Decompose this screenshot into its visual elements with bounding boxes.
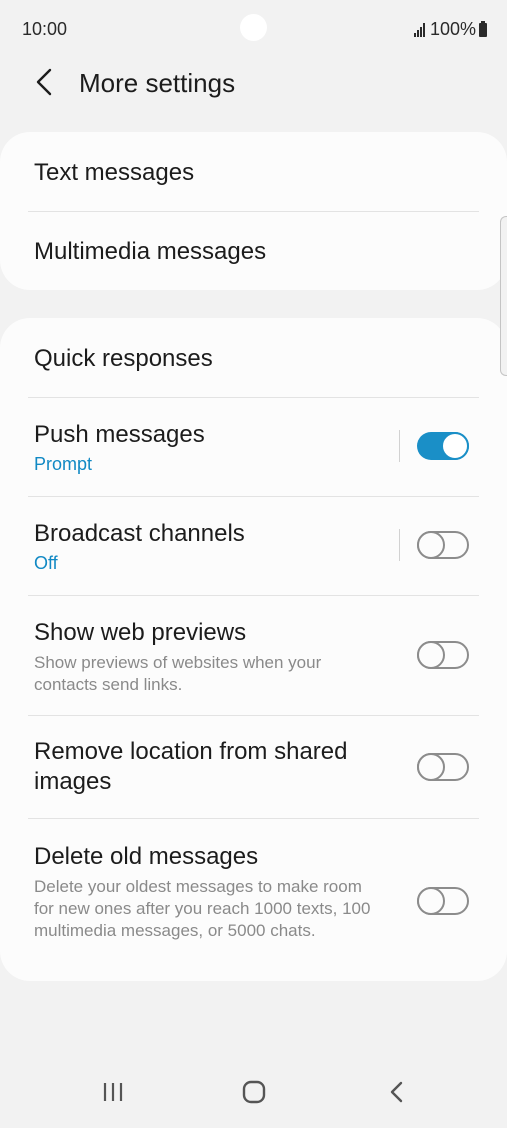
toggle-knob xyxy=(441,432,469,460)
broadcast-channels-toggle[interactable] xyxy=(417,531,469,559)
toggle-knob xyxy=(417,753,445,781)
broadcast-channels-item[interactable]: Broadcast channels Off xyxy=(0,497,507,595)
screen: 10:00 100% More settings Text messages M… xyxy=(0,0,507,1128)
show-web-previews-description: Show previews of websites when your cont… xyxy=(34,653,322,694)
back-icon xyxy=(390,1081,403,1103)
vertical-divider xyxy=(399,430,400,462)
multimedia-messages-label: Multimedia messages xyxy=(34,238,267,265)
push-messages-item[interactable]: Push messages Prompt xyxy=(0,398,507,496)
toggle-knob xyxy=(417,641,445,669)
status-bar: 10:00 100% xyxy=(0,0,507,58)
delete-old-messages-toggle[interactable] xyxy=(417,887,469,915)
status-time: 10:00 xyxy=(22,19,68,39)
battery-icon xyxy=(479,20,487,37)
battery-percent: 100% xyxy=(429,19,476,39)
camera-cutout xyxy=(240,14,267,41)
push-messages-toggle[interactable] xyxy=(417,432,469,460)
back-button[interactable] xyxy=(24,64,64,100)
toggle-knob xyxy=(417,531,445,559)
settings-group-messages: Text messages Multimedia messages xyxy=(0,132,507,290)
show-web-previews-toggle[interactable] xyxy=(417,641,469,669)
vertical-divider xyxy=(399,529,400,561)
quick-responses-item[interactable]: Quick responses xyxy=(0,318,507,397)
scrollbar[interactable] xyxy=(500,216,507,376)
delete-old-messages-description: Delete your oldest messages to make room… xyxy=(34,877,371,940)
navigation-bar xyxy=(0,1058,507,1128)
page-title: More settings xyxy=(79,68,236,98)
status-right: 100% xyxy=(413,19,487,40)
remove-location-item[interactable]: Remove location from shared images xyxy=(0,716,507,818)
delete-old-messages-item[interactable]: Delete old messages Delete your oldest m… xyxy=(0,819,507,981)
recents-button[interactable] xyxy=(83,1068,143,1116)
remove-location-label: Remove location from shared images xyxy=(34,738,348,795)
toggle-knob xyxy=(417,887,445,915)
show-web-previews-label: Show web previews xyxy=(34,619,247,646)
broadcast-channels-status: Off xyxy=(34,553,58,573)
show-web-previews-item[interactable]: Show web previews Show previews of websi… xyxy=(0,596,507,715)
push-messages-label: Push messages xyxy=(34,421,205,448)
multimedia-messages-item[interactable]: Multimedia messages xyxy=(0,212,507,290)
signal-icon xyxy=(413,22,426,37)
delete-old-messages-label: Delete old messages xyxy=(34,843,259,870)
push-messages-status: Prompt xyxy=(34,454,93,474)
text-messages-label: Text messages xyxy=(34,159,195,186)
remove-location-toggle[interactable] xyxy=(417,753,469,781)
home-icon xyxy=(242,1080,266,1104)
header: More settings xyxy=(0,58,507,106)
home-button[interactable] xyxy=(224,1068,284,1116)
chevron-left-icon xyxy=(36,68,52,96)
quick-responses-label: Quick responses xyxy=(34,345,213,372)
recents-icon xyxy=(103,1083,123,1101)
nav-back-button[interactable] xyxy=(367,1068,427,1116)
text-messages-item[interactable]: Text messages xyxy=(0,132,507,211)
settings-group-options: Quick responses Push messages Prompt Bro… xyxy=(0,318,507,981)
broadcast-channels-label: Broadcast channels xyxy=(34,520,245,547)
